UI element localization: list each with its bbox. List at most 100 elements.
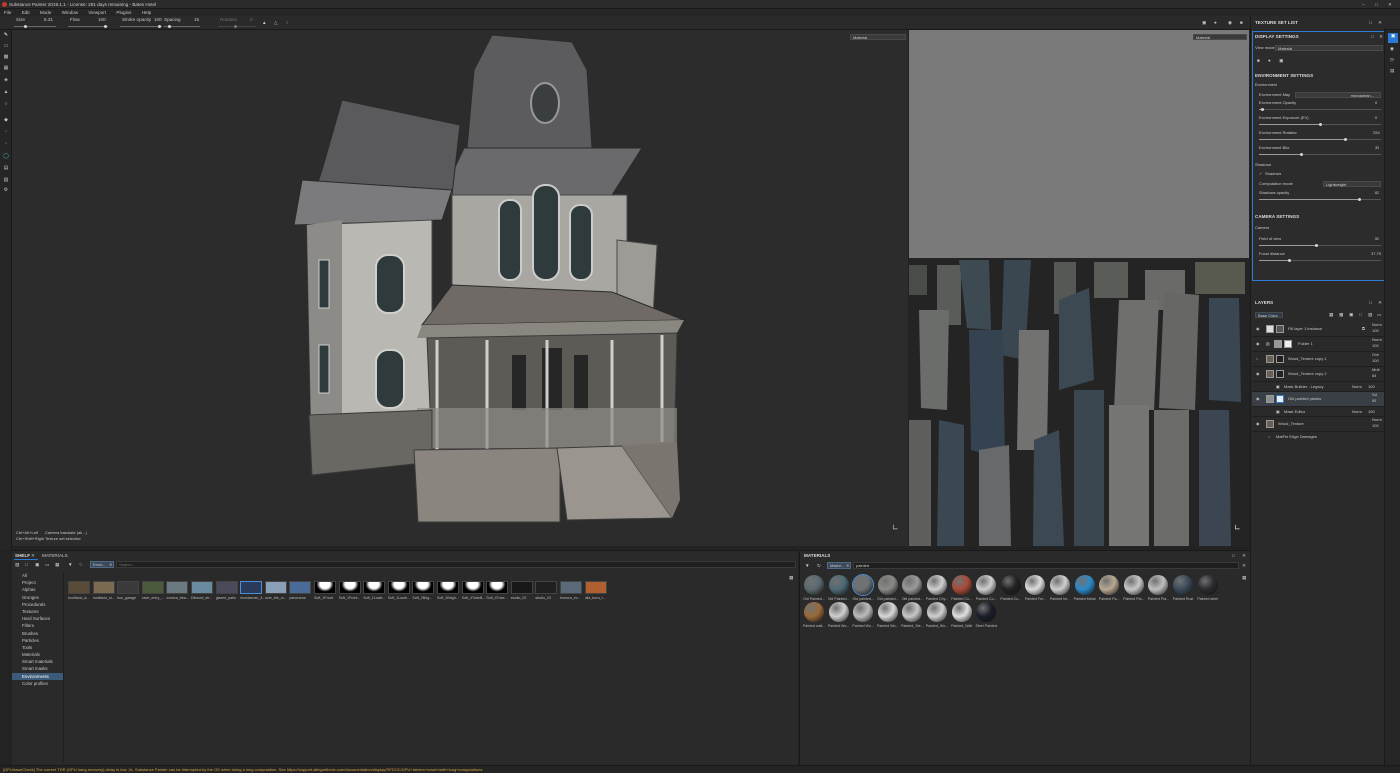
shelf-category-item[interactable]: Smart masks: [12, 665, 63, 672]
environment-thumbnail[interactable]: [92, 581, 115, 594]
environment-thumbnail[interactable]: [289, 581, 312, 594]
camera-icon[interactable]: ●: [1214, 20, 1217, 25]
texture-set-settings-icon[interactable]: ▣: [1388, 33, 1398, 43]
visibility-eye-icon[interactable]: ◉: [1256, 342, 1260, 347]
environment-thumbnail[interactable]: [215, 581, 238, 594]
environment-thumbnail[interactable]: [141, 581, 164, 594]
menu-mode[interactable]: Mode: [40, 10, 52, 15]
material-preview[interactable]: [927, 602, 947, 622]
layer-opacity[interactable]: 100: [1372, 344, 1379, 349]
layer-blend[interactable]: Norm: [1372, 418, 1382, 423]
layers-close-icon[interactable]: ✕: [1378, 300, 1382, 305]
visibility-eye-icon[interactable]: ◉: [1256, 327, 1260, 332]
focal-distance-slider[interactable]: [1259, 259, 1381, 262]
layers-float-icon[interactable]: □: [1369, 300, 1372, 305]
menu-edit[interactable]: Edit: [22, 10, 30, 15]
rotation-slider[interactable]: [218, 25, 256, 28]
layer-row[interactable]: ▣ Mask Builder - Legacy Norm 100: [1252, 382, 1384, 392]
material-preview[interactable]: [1000, 575, 1021, 595]
layer-blend[interactable]: Sd: [1372, 393, 1377, 398]
size-slider[interactable]: [14, 25, 56, 28]
layer-row[interactable]: ◉ Fill layer 1 instance ⧉ Norm 100: [1252, 322, 1384, 337]
shadows-opacity-slider[interactable]: [1259, 198, 1381, 201]
history-icon[interactable]: ◷: [1390, 57, 1394, 62]
viewport-3d[interactable]: Material ∟ Ctrl+Alt+Left Camera translat…: [12, 30, 908, 546]
env-rotation-slider[interactable]: [1259, 138, 1381, 141]
material-preview[interactable]: [828, 575, 849, 595]
environment-thumbnail[interactable]: [68, 581, 90, 594]
view-toggle-icon[interactable]: ▦: [789, 575, 793, 580]
view-mode-dropdown[interactable]: Material: [1275, 45, 1383, 51]
shelf-category-item[interactable]: Color profiles: [12, 680, 63, 687]
close-icon[interactable]: ✕: [1388, 2, 1392, 7]
display-settings-icon[interactable]: ◉: [1390, 46, 1394, 51]
layer-row[interactable]: ◉ ▧ Folder 1 Norm 100: [1252, 337, 1384, 352]
material-preview[interactable]: [902, 575, 923, 595]
material-preview[interactable]: [853, 602, 874, 622]
material-preview[interactable]: [951, 602, 972, 622]
environment-tab-icon[interactable]: ■: [1257, 58, 1260, 63]
stroke-opacity-slider[interactable]: [120, 25, 162, 28]
minimize-icon[interactable]: –: [1362, 2, 1365, 7]
layer-row-selected[interactable]: ◉ Old painted planks Sd 95: [1252, 392, 1384, 407]
materials-view-toggle-icon[interactable]: ▦: [1242, 575, 1246, 580]
material-preview[interactable]: [1025, 575, 1046, 595]
layer-opacity[interactable]: 100: [1368, 410, 1375, 415]
focal-distance-value[interactable]: 37.79: [1371, 252, 1381, 257]
material-preview[interactable]: [976, 602, 997, 622]
shelf-category-item[interactable]: Tools: [12, 644, 63, 651]
log-icon[interactable]: ▤: [1390, 68, 1394, 73]
effect-toggle-icon[interactable]: ▣: [1276, 385, 1280, 390]
env-opacity-value[interactable]: 0: [1375, 101, 1377, 106]
shelf-category-item[interactable]: Smart materials: [12, 658, 63, 665]
layer-blend[interactable]: Mult: [1372, 368, 1380, 373]
environment-thumbnail[interactable]: [117, 581, 140, 594]
postfx-tab-icon[interactable]: ▣: [1279, 58, 1283, 63]
layers-display-icon[interactable]: ▤: [3, 166, 9, 171]
flow-slider[interactable]: [68, 25, 108, 28]
shelf-category-item[interactable]: Hard Surfaces: [12, 615, 63, 622]
material-preview[interactable]: [877, 602, 898, 622]
add-layer-icon[interactable]: □: [1359, 312, 1362, 317]
layer-row[interactable]: ◉ Wood_Texture copy 2 Mult 84: [1252, 367, 1384, 382]
environment-thumbnail[interactable]: [240, 581, 263, 594]
screenshot-icon[interactable]: ■: [1240, 20, 1243, 25]
env-blur-value[interactable]: 35: [1375, 146, 1379, 151]
material-preview[interactable]: [1197, 575, 1218, 595]
material-preview[interactable]: [951, 575, 972, 595]
layer-blend[interactable]: Norm: [1352, 410, 1362, 415]
layer-channel-dropdown[interactable]: Base Color: [1255, 312, 1283, 318]
shelf-category-item[interactable]: Materials: [12, 651, 63, 658]
layer-row[interactable]: ▣ Mask Editor Norm 100: [1252, 407, 1384, 417]
stroke-opacity-value[interactable]: 100: [154, 17, 162, 22]
environment-thumbnail[interactable]: [437, 581, 459, 594]
materials-clear-search-icon[interactable]: ✕: [1242, 563, 1246, 568]
layer-row[interactable]: ○ Wood_Texture copy 1 Ovrl 100: [1252, 352, 1384, 367]
environment-thumbnail[interactable]: [461, 581, 484, 594]
shelf-category-item[interactable]: Filters: [12, 622, 63, 629]
delete-layer-icon[interactable]: ▭: [1377, 312, 1381, 317]
shelf-delete-icon[interactable]: ▭: [45, 562, 49, 567]
material-preview[interactable]: [1148, 575, 1169, 595]
bake-icon[interactable]: •: [3, 130, 9, 135]
material-preview[interactable]: [1099, 575, 1120, 595]
environment-thumbnail[interactable]: [412, 581, 435, 594]
projection-icon[interactable]: ▩: [3, 55, 9, 60]
layer-blend[interactable]: Ovrl: [1372, 353, 1379, 358]
geometry-mask-icon[interactable]: ▦: [3, 66, 9, 71]
materials-close-icon[interactable]: ✕: [1242, 553, 1246, 558]
sync-icon[interactable]: •: [3, 142, 9, 147]
add-mask-icon[interactable]: ▩: [1339, 312, 1343, 317]
environment-thumbnail[interactable]: [510, 581, 533, 594]
menu-window[interactable]: Window: [62, 10, 78, 15]
add-folder-icon[interactable]: ▧: [1368, 312, 1372, 317]
environment-thumbnail[interactable]: [486, 581, 509, 594]
material-preview[interactable]: [828, 602, 849, 622]
environment-thumbnail[interactable]: [338, 581, 361, 594]
layer-opacity[interactable]: 95: [1372, 399, 1376, 404]
layer-opacity[interactable]: 100: [1372, 359, 1379, 364]
env-exposure-value[interactable]: 0: [1375, 116, 1377, 121]
smudge-icon[interactable]: ◈: [3, 78, 9, 83]
menu-viewport[interactable]: Viewport: [88, 10, 106, 15]
shadows-checkbox-icon[interactable]: ✓: [1259, 172, 1262, 177]
